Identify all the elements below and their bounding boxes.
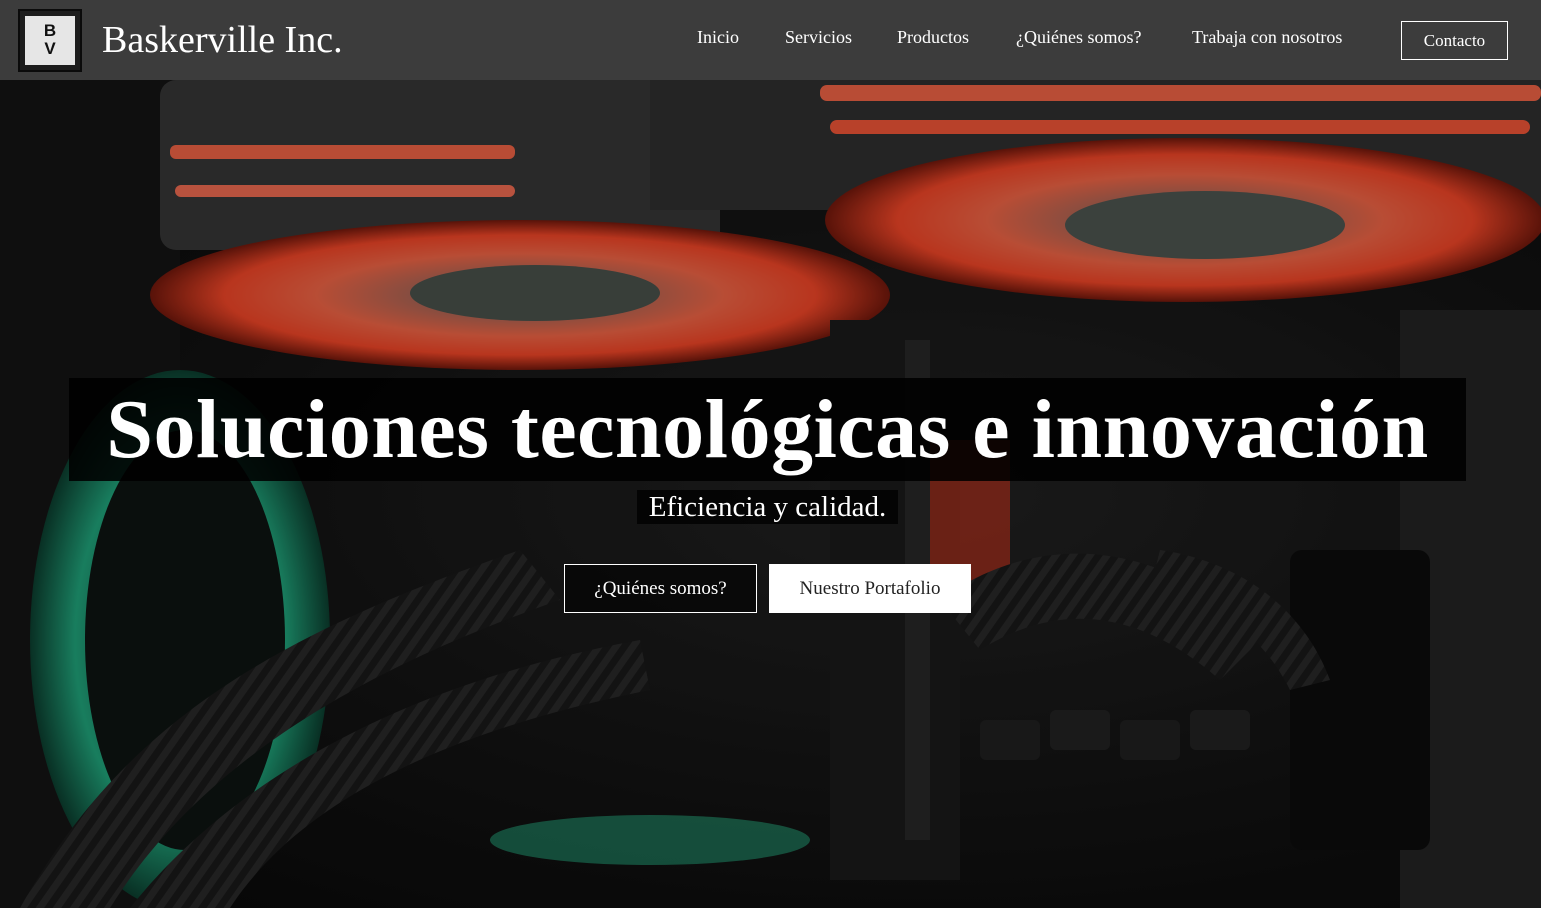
contact-button[interactable]: Contacto (1401, 21, 1508, 60)
nav-quienes-somos[interactable]: ¿Quiénes somos? (1016, 26, 1141, 48)
brand-logo[interactable]: B V (18, 9, 82, 72)
logo-monogram: B V (25, 16, 75, 65)
hero-title: Soluciones tecnológicas e innovación (69, 378, 1466, 481)
about-us-button[interactable]: ¿Quiénes somos? (564, 564, 757, 613)
nav-trabaja-con-nosotros[interactable]: Trabaja con nosotros (1192, 26, 1342, 48)
nav-servicios[interactable]: Servicios (785, 26, 852, 48)
navbar: B V Baskerville Inc. Inicio Servicios Pr… (0, 0, 1541, 80)
nav-productos[interactable]: Productos (897, 26, 969, 48)
brand-name[interactable]: Baskerville Inc. (102, 18, 343, 62)
nav-inicio[interactable]: Inicio (697, 26, 739, 48)
portfolio-button[interactable]: Nuestro Portafolio (769, 564, 971, 613)
hero-section: Soluciones tecnológicas e innovación Efi… (0, 80, 1541, 908)
logo-letter-v: V (44, 39, 56, 58)
logo-letter-b: B (43, 21, 57, 40)
hero-subtitle: Eficiencia y calidad. (637, 490, 898, 524)
